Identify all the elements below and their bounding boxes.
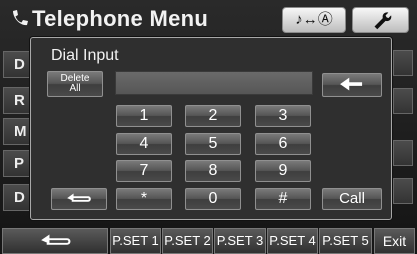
page-title: Telephone Menu (32, 6, 209, 31)
call-button[interactable]: Call (322, 188, 382, 210)
background-menu-item[interactable]: M (3, 118, 33, 145)
back-button[interactable] (2, 228, 108, 254)
background-menu-item[interactable]: P (3, 150, 33, 177)
preset-button-2[interactable]: P.SET 2 (162, 228, 213, 254)
keypad-key-5[interactable]: 5 (185, 133, 241, 155)
keypad-key-0[interactable]: 0 (185, 188, 241, 210)
backspace-button[interactable] (322, 73, 382, 97)
settings-wrench-button[interactable] (352, 7, 409, 33)
dialog-title: Dial Input (51, 47, 119, 64)
background-list-right-item (393, 50, 413, 76)
audio-source-toggle-button[interactable]: ♪↔Ⓐ (282, 7, 346, 33)
background-list-right-item (393, 88, 413, 114)
preset-button-1[interactable]: P.SET 1 (110, 228, 161, 254)
return-arrow-icon (41, 234, 71, 245)
background-menu-item[interactable]: D (3, 51, 33, 78)
dialed-number-display (115, 71, 313, 95)
dialog-return-button[interactable] (51, 188, 107, 210)
scroll-up-button[interactable] (393, 140, 413, 166)
keypad-key-8[interactable]: 8 (185, 160, 241, 182)
delete-all-label-line2: All (69, 83, 81, 94)
keypad-key-4[interactable]: 4 (116, 133, 172, 155)
dial-input-dialog: Dial Input Delete All 1 2 3 4 5 6 7 8 9 … (30, 37, 392, 220)
background-menu-item[interactable]: D (3, 184, 33, 211)
delete-all-button[interactable]: Delete All (47, 71, 103, 97)
exit-button[interactable]: Exit (374, 228, 415, 254)
keypad-key-2[interactable]: 2 (185, 105, 241, 127)
wrench-icon (374, 12, 392, 30)
phone-handset-icon (13, 10, 28, 26)
keypad-key-7[interactable]: 7 (116, 160, 172, 182)
keypad-key-3[interactable]: 3 (255, 105, 311, 127)
scroll-down-button[interactable] (393, 178, 413, 204)
telephone-menu-screen: Telephone Menu ♪↔Ⓐ D R M P D Dial Input … (0, 0, 417, 254)
keypad-key-1[interactable]: 1 (116, 105, 172, 127)
return-arrow-icon (67, 193, 91, 202)
header-bar: Telephone Menu ♪↔Ⓐ (0, 0, 417, 38)
background-menu-item[interactable]: R (3, 87, 33, 114)
keypad-key-star[interactable]: * (116, 188, 172, 210)
keypad-key-6[interactable]: 6 (255, 133, 311, 155)
preset-button-3[interactable]: P.SET 3 (214, 228, 266, 254)
keypad-key-9[interactable]: 9 (255, 160, 311, 182)
preset-button-5[interactable]: P.SET 5 (319, 228, 372, 254)
preset-button-4[interactable]: P.SET 4 (267, 228, 318, 254)
keypad-key-hash[interactable]: # (255, 188, 311, 210)
bottom-bar: P.SET 1 P.SET 2 P.SET 3 P.SET 4 P.SET 5 … (0, 226, 417, 254)
left-arrow-icon (340, 77, 363, 91)
